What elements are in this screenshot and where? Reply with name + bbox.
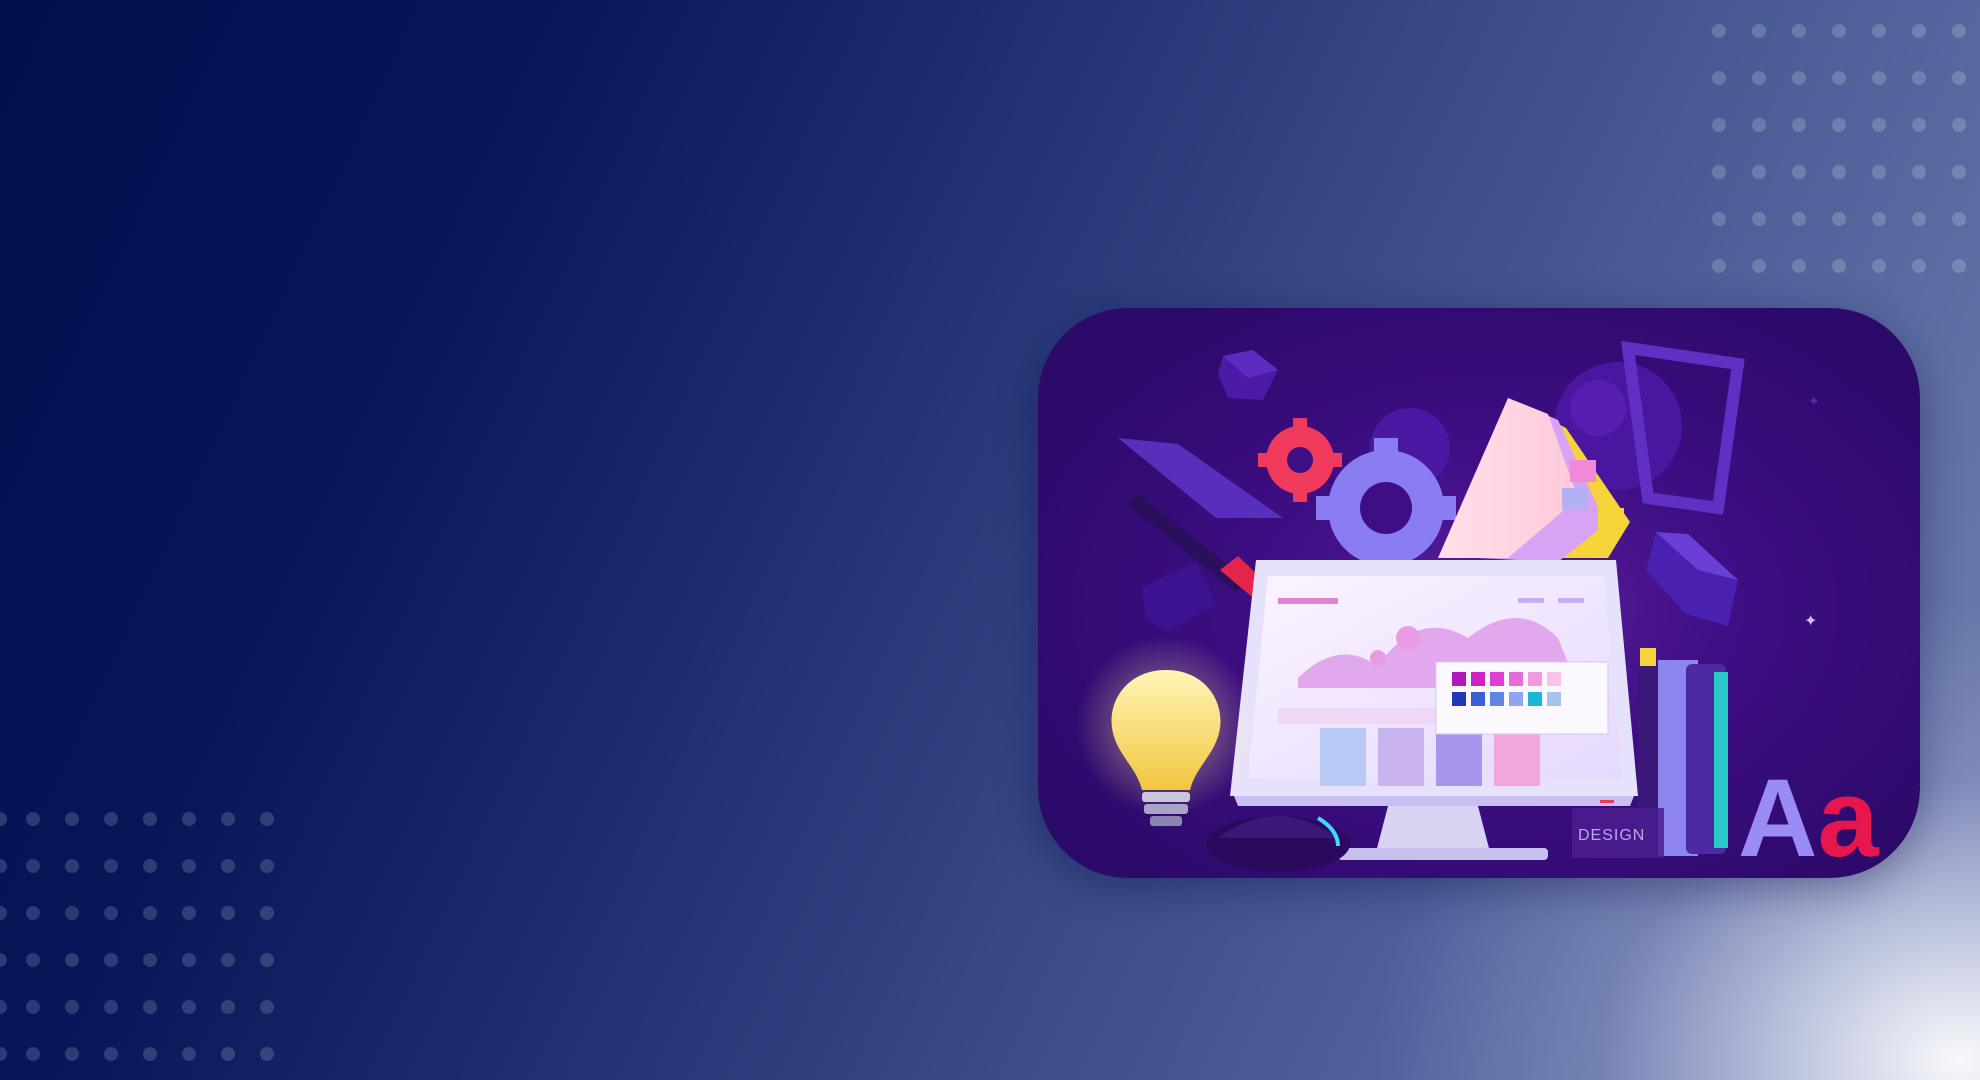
decorative-dot-grid-bottom <box>0 812 274 1061</box>
design-illustration-card: DESIGN Aa Aa ✦ ✦ <box>1038 308 1920 878</box>
hero-banner: DESIGN Aa Aa ✦ ✦ <box>0 0 1980 1080</box>
lightbulb-icon <box>1076 636 1256 826</box>
mouse-icon <box>1206 816 1350 872</box>
cube-icon <box>1646 532 1738 626</box>
monitor-label: DESIGN <box>1578 827 1645 844</box>
typography-sample-a-upper: A <box>1738 757 1817 878</box>
cube-icon <box>1218 350 1278 400</box>
sparkle-icon: ✦ <box>1808 393 1820 409</box>
cube-icon <box>1142 562 1216 632</box>
decorative-dot-grid-top <box>1712 24 1966 273</box>
sparkle-icon: ✦ <box>1804 613 1817 630</box>
gear-icon <box>1258 418 1342 502</box>
typography-sample-a-lower: a <box>1817 757 1879 878</box>
typography-sample: Aa <box>1738 757 1879 878</box>
